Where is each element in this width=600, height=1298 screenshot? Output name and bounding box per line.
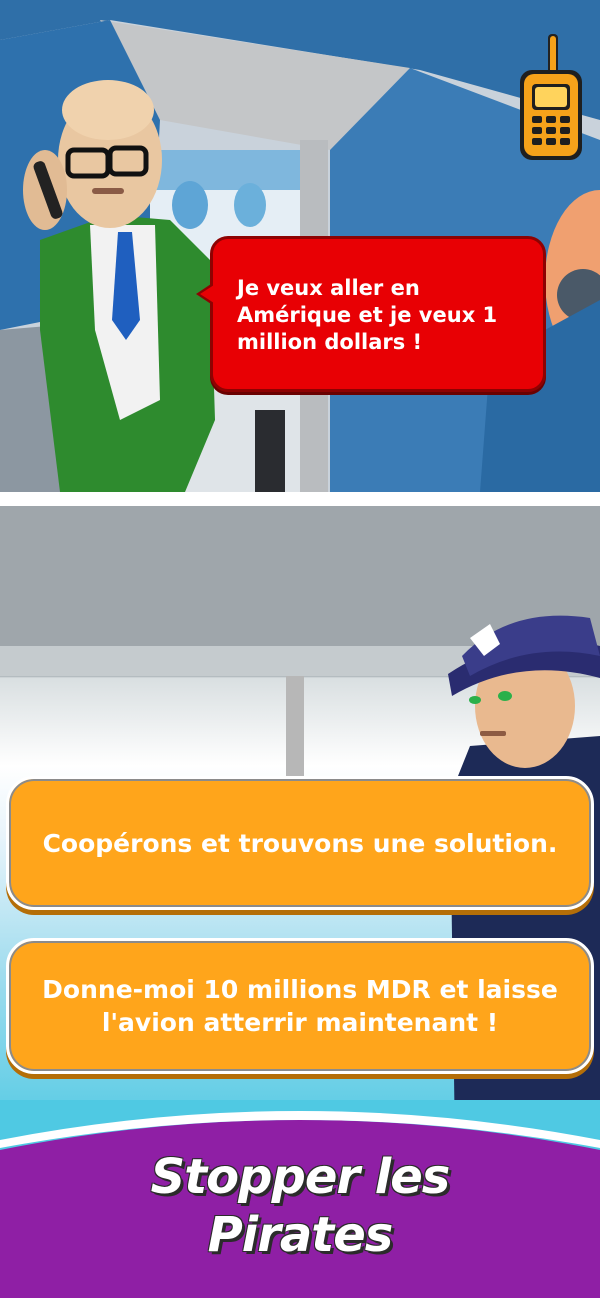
choice-button-demand[interactable]: Donne-moi 10 millions MDR et laisse l'av…: [6, 938, 594, 1074]
speech-bubble-tail-fill: [200, 285, 214, 303]
banner-title-line1: Stopper les: [150, 1149, 451, 1205]
speech-bubble-text: Je veux aller en Amérique et je veux 1 m…: [237, 276, 498, 354]
choice-label: Donne-moi 10 millions MDR et laisse l'av…: [42, 975, 558, 1037]
choice-label: Coopérons et trouvons une solution.: [42, 828, 558, 858]
banner-title: Stopper les Pirates: [0, 1148, 600, 1264]
scene-divider: [0, 492, 600, 506]
walkie-talkie-icon[interactable]: [516, 30, 586, 165]
choice-button-cooperate[interactable]: Coopérons et trouvons une solution.: [6, 776, 594, 910]
title-banner: Stopper les Pirates: [0, 1100, 600, 1298]
speech-bubble: Je veux aller en Amérique et je veux 1 m…: [210, 236, 546, 392]
banner-title-line2: Pirates: [207, 1207, 394, 1263]
